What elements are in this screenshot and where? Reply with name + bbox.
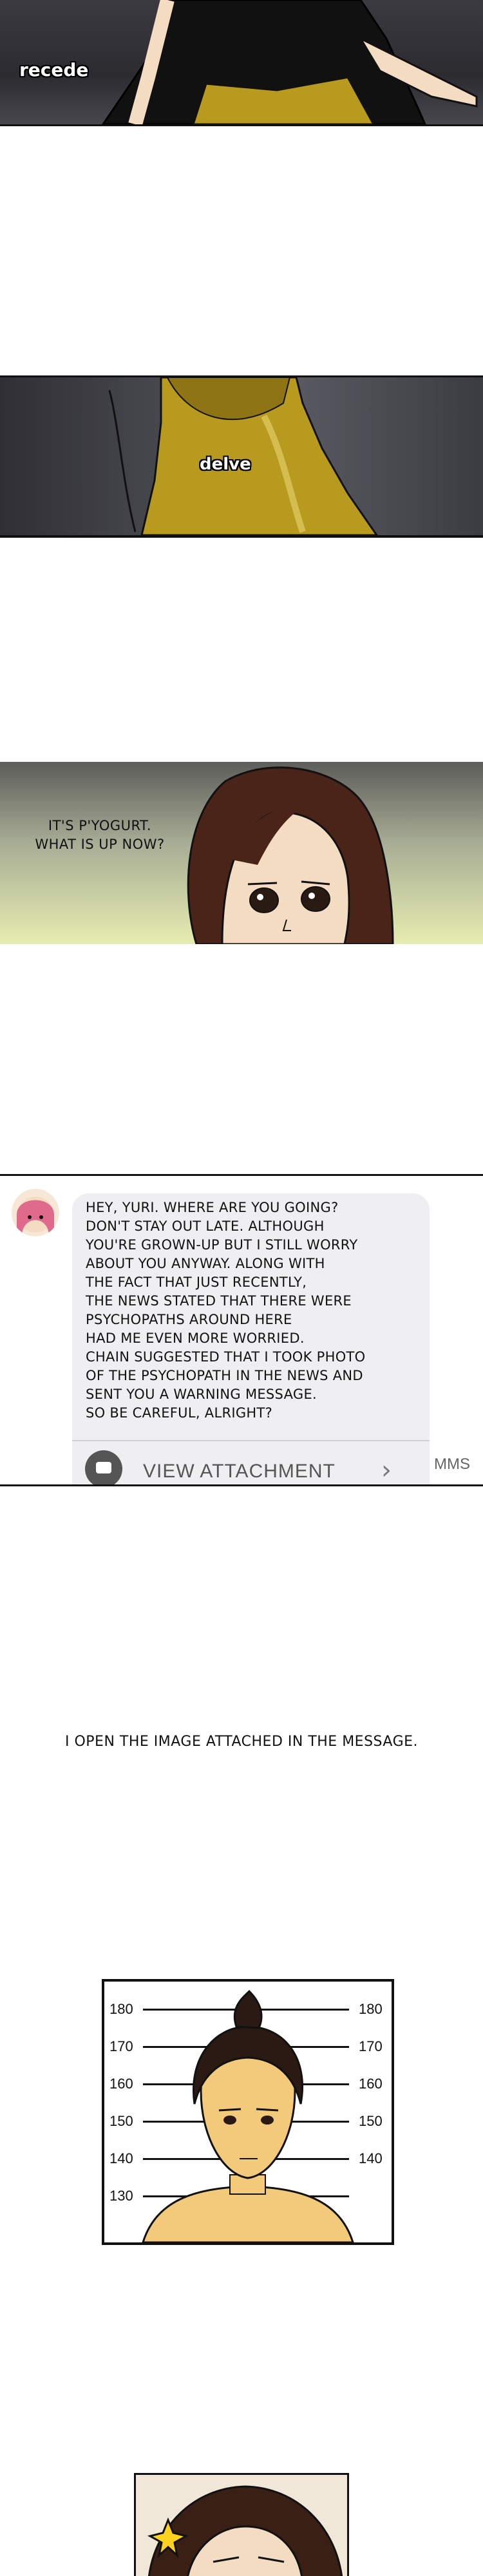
avatar-icon [17, 1197, 54, 1236]
sender-avatar[interactable] [12, 1189, 59, 1236]
view-attachment-label: VIEW ATTACHMENT [143, 1461, 336, 1482]
panel-delve: delve [0, 375, 483, 538]
chevron-right-icon: › [381, 1455, 392, 1485]
suspect-portrait [142, 1989, 354, 2242]
panel-partial [134, 2473, 349, 2576]
attachment-icon [85, 1450, 122, 1484]
panel-recede: recede [0, 0, 483, 126]
narration-text: I OPEN THE IMAGE ATTACHED IN THE MESSAGE… [64, 1734, 419, 1750]
speech-pyogurt: IT'S P'YOGURT. WHAT IS UP NOW? [35, 818, 165, 853]
mms-label: MMS [434, 1455, 470, 1473]
view-attachment-button[interactable]: VIEW ATTACHMENT › [72, 1440, 430, 1485]
sfx-recede: recede [19, 59, 89, 80]
sfx-delve: delve [200, 455, 251, 474]
message-panel: HEY, YURI. WHERE ARE YOU GOING? DON'T ST… [0, 1174, 483, 1486]
message-text: HEY, YURI. WHERE ARE YOU GOING? DON'T ST… [86, 1200, 366, 1421]
mugshot-panel: 180 170 160 150 140 130 180 170 160 150 … [102, 1979, 394, 2245]
partial-character-art [147, 2485, 343, 2576]
panel-pyogurt: IT'S P'YOGURT. WHAT IS UP NOW? [0, 762, 483, 944]
